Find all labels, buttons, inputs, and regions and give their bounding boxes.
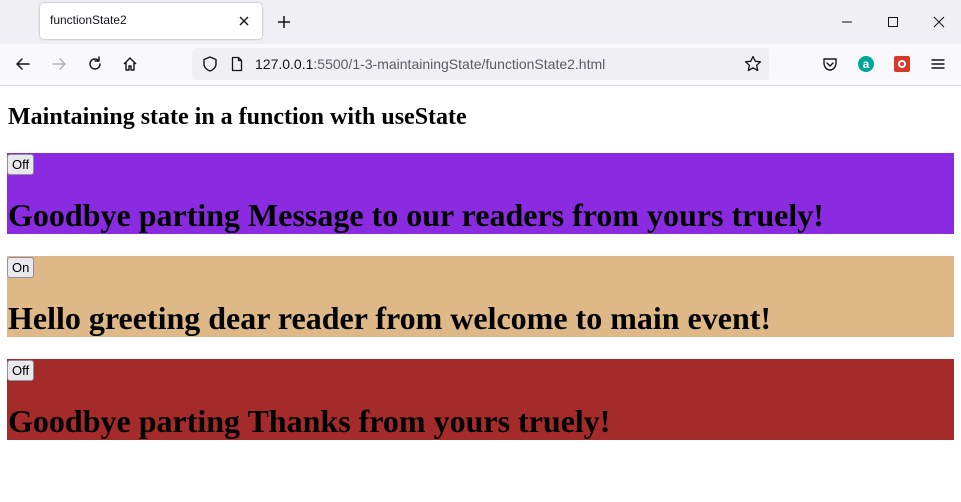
menu-icon[interactable] <box>928 54 948 74</box>
maximize-icon[interactable] <box>883 12 903 32</box>
page-icon[interactable] <box>227 54 247 74</box>
toggle-button[interactable]: Off <box>7 360 35 381</box>
browser-titlebar: functionState2 <box>0 0 961 44</box>
url-host: 127.0.0.1 <box>255 56 314 72</box>
extension-icon[interactable] <box>892 54 912 74</box>
message-panel-thanks: Off Goodbye parting Thanks from yours tr… <box>7 359 954 440</box>
reload-icon[interactable] <box>85 54 105 74</box>
back-arrow-icon[interactable] <box>13 54 33 74</box>
toggle-button[interactable]: On <box>7 257 35 278</box>
svg-text:a: a <box>863 57 870 71</box>
minimize-icon[interactable] <box>837 12 857 32</box>
browser-navbar: 127.0.0.1:5500/1-3-maintainingState/func… <box>0 44 961 86</box>
window-close-icon[interactable] <box>929 12 949 32</box>
message-panel-hello: On Hello greeting dear reader from welco… <box>7 256 954 337</box>
page-content: Maintaining state in a function with use… <box>0 86 961 502</box>
url-path: :5500/1-3-maintainingState/functionState… <box>313 56 606 72</box>
message-panel-goodbye: Off Goodbye parting Message to our reade… <box>7 153 954 234</box>
toggle-button[interactable]: Off <box>7 154 35 175</box>
extension-a-icon[interactable]: a <box>856 54 876 74</box>
pocket-icon[interactable] <box>820 54 840 74</box>
tab-title: functionState2 <box>50 13 127 27</box>
forward-arrow-icon[interactable] <box>49 54 69 74</box>
bookmark-star-icon[interactable] <box>743 54 763 74</box>
home-icon[interactable] <box>120 54 140 74</box>
browser-tab[interactable]: functionState2 <box>40 3 262 39</box>
url-bar[interactable]: 127.0.0.1:5500/1-3-maintainingState/func… <box>192 48 769 80</box>
page-title: Maintaining state in a function with use… <box>8 104 467 130</box>
panel-message: Goodbye parting Thanks from yours truely… <box>8 403 611 439</box>
close-icon[interactable] <box>234 11 254 31</box>
url-text: 127.0.0.1:5500/1-3-maintainingState/func… <box>255 56 605 72</box>
shield-icon[interactable] <box>200 54 220 74</box>
panel-message: Goodbye parting Message to our readers f… <box>8 197 824 233</box>
panel-message: Hello greeting dear reader from welcome … <box>8 300 772 336</box>
new-tab-icon[interactable] <box>274 12 294 32</box>
